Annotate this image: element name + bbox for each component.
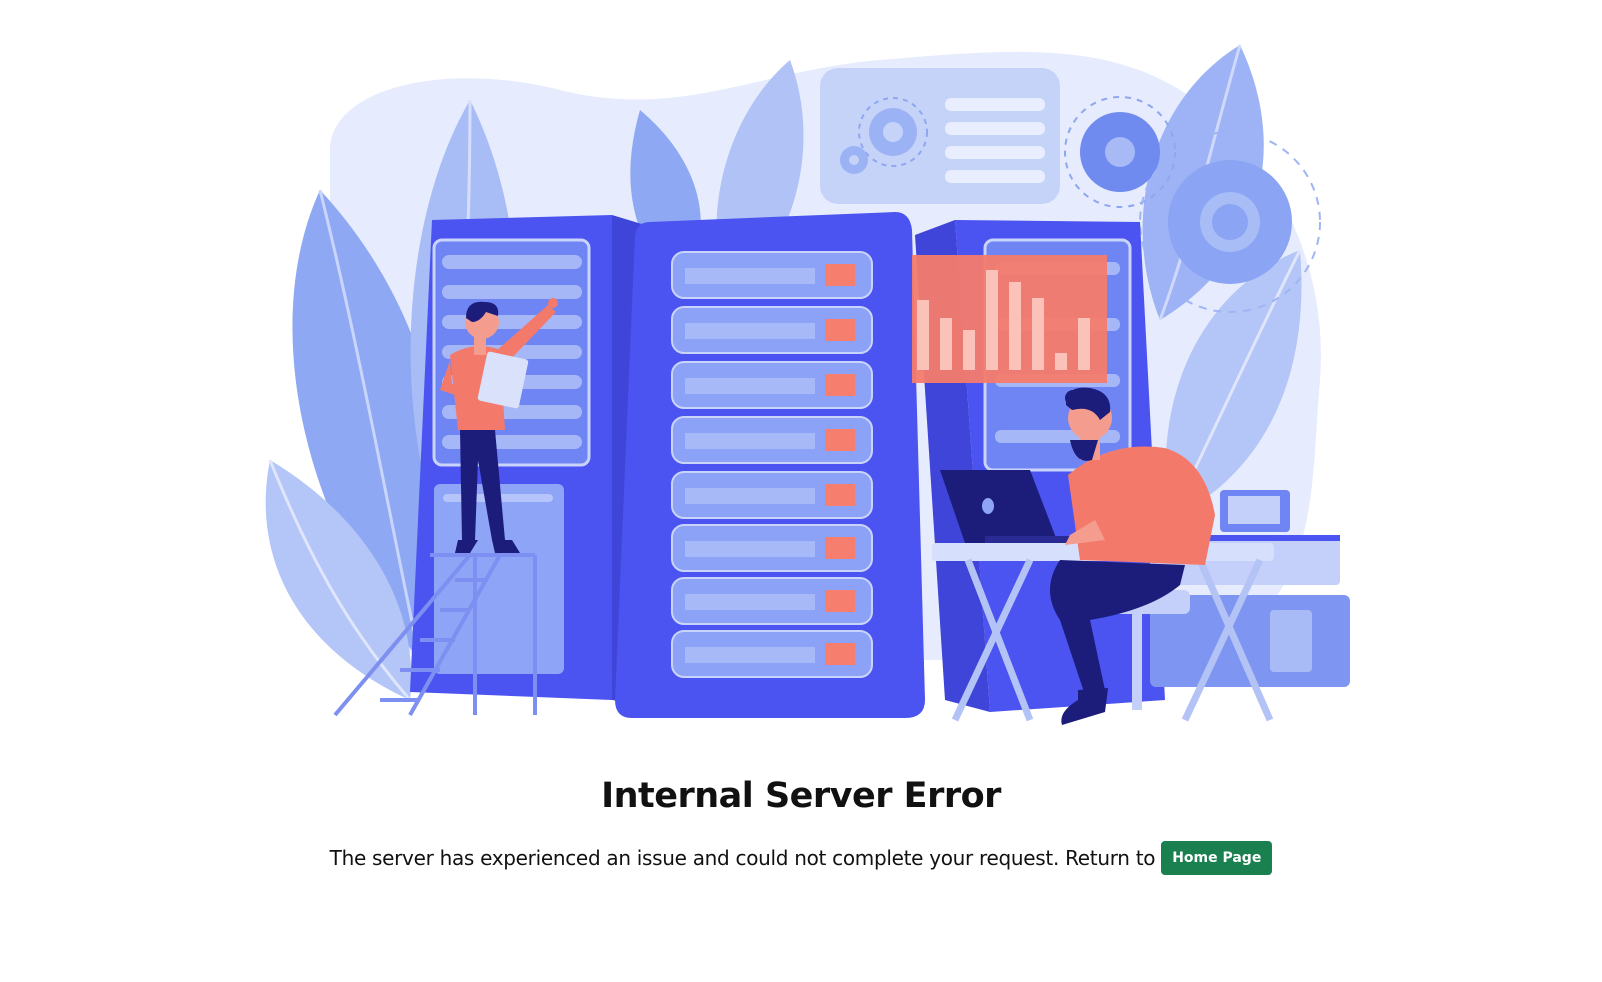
server-unit [671, 251, 873, 299]
server-unit [671, 577, 873, 625]
server-unit [671, 306, 873, 354]
error-title: Internal Server Error [601, 776, 1001, 816]
server-unit [671, 416, 873, 464]
server-room-illustration [265, 44, 1350, 725]
settings-panel [820, 68, 1060, 204]
server-unit [671, 630, 873, 678]
error-message: The server has experienced an issue and … [329, 846, 1156, 870]
server-unit [671, 524, 873, 572]
server-unit [671, 471, 873, 519]
server-unit [671, 361, 873, 409]
chart-panel [912, 255, 1107, 383]
home-page-button[interactable]: Home Page [1161, 841, 1273, 875]
error-message-row: The server has experienced an issue and … [0, 841, 1602, 875]
server-rack-center [615, 212, 925, 718]
server-rack-left [410, 215, 645, 705]
